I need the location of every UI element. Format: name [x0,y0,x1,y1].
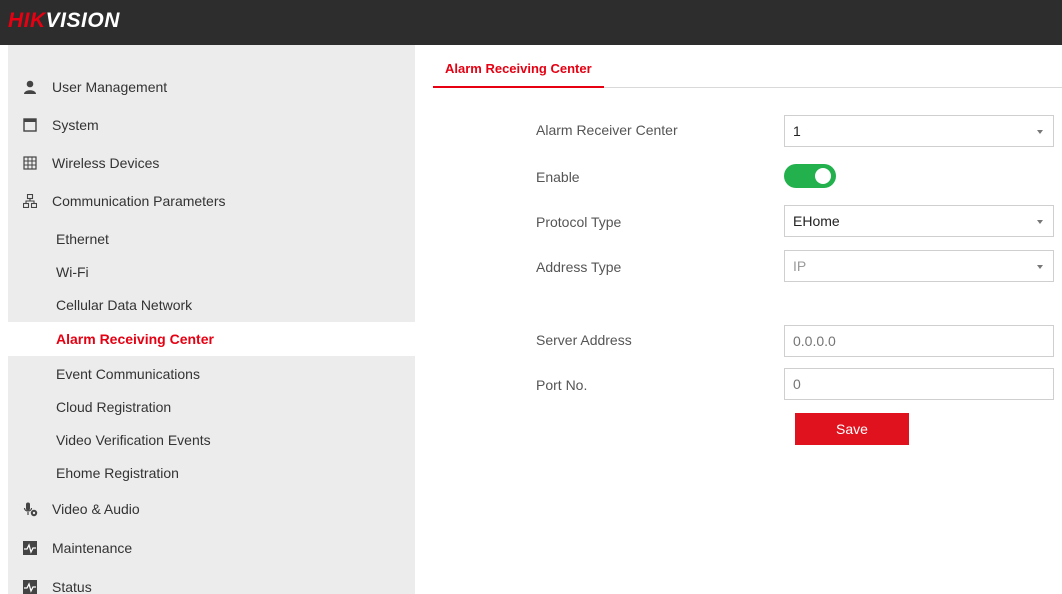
toggle-knob [815,168,831,184]
sidebar-item-label: Status [52,579,92,594]
sidebar-item-wifi[interactable]: Wi-Fi [8,255,415,289]
sidebar-item-label: Video Verification Events [56,432,211,448]
sidebar-item-video-audio[interactable]: Video & Audio [8,492,415,526]
sidebar-item-label: Cloud Registration [56,399,172,415]
sidebar: User Management System Wireless Devices … [8,45,415,594]
save-button[interactable]: Save [795,413,909,445]
sidebar-item-event-communications[interactable]: Event Communications [8,357,415,391]
alarm-receiver-center-select[interactable]: 1 [784,115,1054,147]
network-icon [22,193,38,209]
sidebar-item-cloud-registration[interactable]: Cloud Registration [8,390,415,424]
wireless-devices-icon [22,155,38,171]
sidebar-item-label: Cellular Data Network [56,297,193,313]
hikvision-logo: HIKVISION [8,9,120,32]
server-address-label: Server Address [536,332,632,348]
server-address-input[interactable] [793,326,1053,356]
sidebar-item-label: System [52,117,99,133]
tab-alarm-receiving-center[interactable]: Alarm Receiving Center [433,52,604,88]
port-no-field[interactable] [784,368,1054,400]
status-icon [22,579,38,594]
port-no-label: Port No. [536,377,588,393]
microphone-icon [22,501,38,517]
alarm-receiver-center-value: 1 [793,123,801,139]
server-address-field[interactable] [784,325,1054,357]
sidebar-item-cellular-data-network[interactable]: Cellular Data Network [8,288,415,322]
sidebar-item-label: Maintenance [52,540,133,556]
address-type-label: Address Type [536,259,622,275]
sidebar-item-status[interactable]: Status [8,570,415,594]
system-icon [22,117,38,133]
top-bar: HIKVISION [0,0,1062,45]
sidebar-item-ehome-registration[interactable]: Ehome Registration [8,456,415,490]
enable-toggle[interactable] [784,164,836,188]
user-icon [22,79,38,95]
alarm-receiver-center-label: Alarm Receiver Center [536,122,678,138]
sidebar-item-label: Wi-Fi [56,264,89,280]
chevron-down-icon [1037,265,1043,269]
sidebar-item-communication-parameters[interactable]: Communication Parameters [8,184,415,218]
chevron-down-icon [1037,220,1043,224]
protocol-type-value: EHome [793,213,840,229]
port-no-input[interactable] [793,369,1053,399]
protocol-type-label: Protocol Type [536,214,622,230]
sidebar-item-label: User Management [52,79,168,95]
sidebar-item-label: Video & Audio [52,501,140,517]
address-type-select[interactable]: IP [784,250,1054,282]
chevron-down-icon [1037,130,1043,134]
enable-label: Enable [536,169,580,185]
sidebar-item-alarm-receiving-center[interactable]: Alarm Receiving Center [8,322,415,356]
sidebar-item-label: Ehome Registration [56,465,179,481]
sidebar-item-label: Wireless Devices [52,155,160,171]
address-type-value: IP [793,258,807,274]
tab-bar: Alarm Receiving Center [433,52,1062,88]
maintenance-icon [22,540,38,556]
sidebar-item-user-management[interactable]: User Management [8,70,415,104]
sidebar-item-video-verification-events[interactable]: Video Verification Events [8,423,415,457]
sidebar-item-wireless-devices[interactable]: Wireless Devices [8,146,415,180]
sidebar-item-maintenance[interactable]: Maintenance [8,531,415,565]
sidebar-item-label: Alarm Receiving Center [56,331,214,347]
sidebar-item-ethernet[interactable]: Ethernet [8,222,415,256]
sidebar-item-label: Ethernet [56,231,109,247]
sidebar-item-system[interactable]: System [8,108,415,142]
sidebar-item-label: Event Communications [56,366,200,382]
protocol-type-select[interactable]: EHome [784,205,1054,237]
sidebar-item-label: Communication Parameters [52,193,226,209]
